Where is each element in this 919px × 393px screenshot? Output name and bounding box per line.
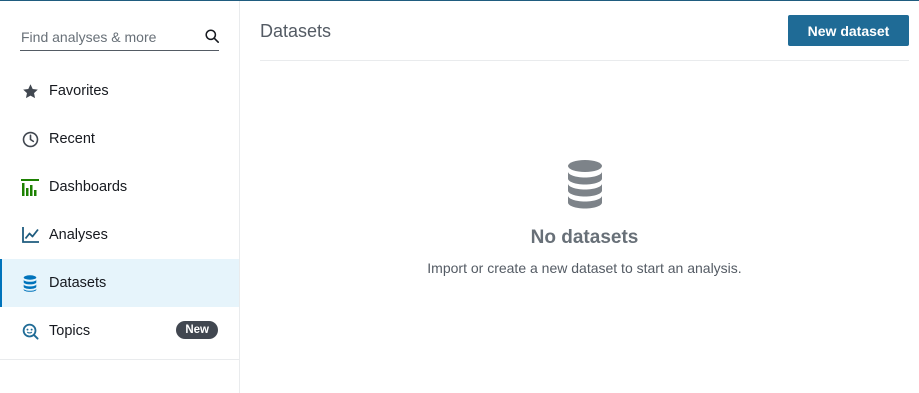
sidebar-item-dashboards[interactable]: Dashboards [0, 163, 239, 211]
empty-state-title: No datasets [530, 227, 639, 248]
sidebar-item-recent[interactable]: Recent [0, 115, 239, 163]
empty-state-message: Import or create a new dataset to start … [427, 260, 742, 276]
dashboard-icon [21, 178, 39, 196]
sidebar-item-topics[interactable]: Topics New [0, 307, 239, 355]
sidebar-item-favorites[interactable]: Favorites [0, 67, 239, 115]
sidebar-item-datasets[interactable]: Datasets [0, 259, 239, 307]
sidebar-item-label: Recent [49, 131, 95, 147]
line-chart-icon [21, 226, 39, 244]
database-icon [21, 274, 39, 292]
page-title: Datasets [260, 21, 332, 41]
sidebar-divider [0, 359, 239, 360]
topic-search-icon [21, 322, 39, 340]
empty-state: No datasets Import or create a new datas… [260, 159, 909, 276]
sidebar: Favorites Recent Dashboards [0, 1, 240, 393]
header-divider [260, 60, 909, 61]
sidebar-item-label: Analyses [49, 227, 108, 243]
search-box [20, 25, 219, 51]
database-icon [567, 160, 602, 209]
sidebar-item-analyses[interactable]: Analyses [0, 211, 239, 259]
search-icon[interactable] [205, 29, 219, 43]
star-icon [21, 82, 39, 100]
main-content: Datasets New dataset No datasets Import … [240, 1, 919, 393]
search-input[interactable] [20, 25, 195, 49]
sidebar-item-label: Favorites [49, 83, 109, 99]
clock-icon [21, 130, 39, 148]
new-badge: New [176, 321, 218, 339]
sidebar-nav: Favorites Recent Dashboards Analyses Dat… [0, 67, 239, 355]
sidebar-item-label: Datasets [49, 275, 107, 291]
sidebar-item-label: Topics [49, 323, 91, 339]
new-dataset-button[interactable]: New dataset [788, 15, 909, 46]
sidebar-item-label: Dashboards [49, 179, 128, 195]
